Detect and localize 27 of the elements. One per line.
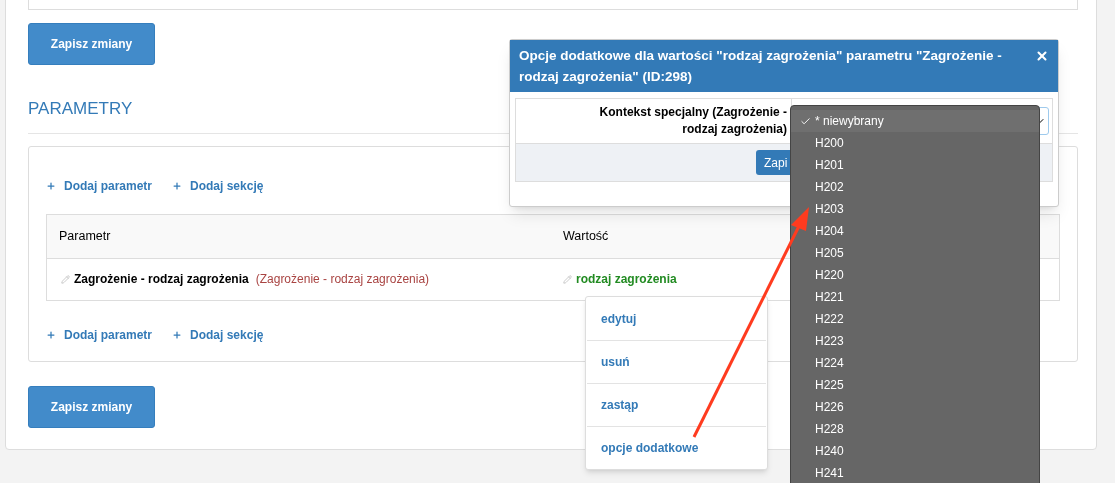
parameter-value[interactable]: rodzaj zagrożenia (576, 270, 677, 288)
close-icon[interactable] (1035, 49, 1049, 63)
parameter-name[interactable]: Zagrożenie - rodzaj zagrożenia (74, 270, 249, 288)
column-header: Parametr (59, 227, 112, 245)
check-icon (800, 115, 811, 127)
add-link[interactable]: Dodaj sekcję (172, 176, 264, 195)
save-button[interactable]: Zapisz zmiany (28, 385, 155, 428)
pencil-icon[interactable] (61, 274, 70, 284)
parameter-note: (Zagrożenie - rodzaj zagrożenia) (255, 271, 430, 288)
section-title: PARAMETRY (28, 98, 133, 120)
plus-icon (46, 329, 56, 340)
dropdown-option[interactable]: * niewybrany (791, 110, 1039, 132)
menu-item[interactable]: usuń (587, 340, 766, 383)
column-header: Wartość (563, 227, 609, 245)
plus-icon (172, 180, 183, 191)
pencil-icon[interactable] (563, 274, 572, 284)
menu-item[interactable]: opcje dodatkowe (587, 426, 766, 469)
add-link[interactable]: Dodaj parametr (46, 325, 153, 344)
modal-title: Opcje dodatkowe dla wartości "rodzaj zagrożenia" parametru "Zagrożenie - rodzaj zagrożenia" (ID:298) (519, 47, 1003, 86)
plus-icon (172, 329, 183, 340)
add-link[interactable]: Dodaj sekcję (172, 325, 264, 344)
field-label: Kontekst specjalny (Zagrożenie - rodzaj zagrożenia) (598, 104, 787, 138)
menu-item[interactable]: zastąp (587, 383, 766, 426)
save-button[interactable]: Zapisz zmiany (28, 23, 155, 65)
add-link[interactable]: Dodaj parametr (46, 176, 153, 195)
menu-item[interactable]: edytuj (587, 297, 766, 340)
plus-icon (46, 180, 56, 191)
